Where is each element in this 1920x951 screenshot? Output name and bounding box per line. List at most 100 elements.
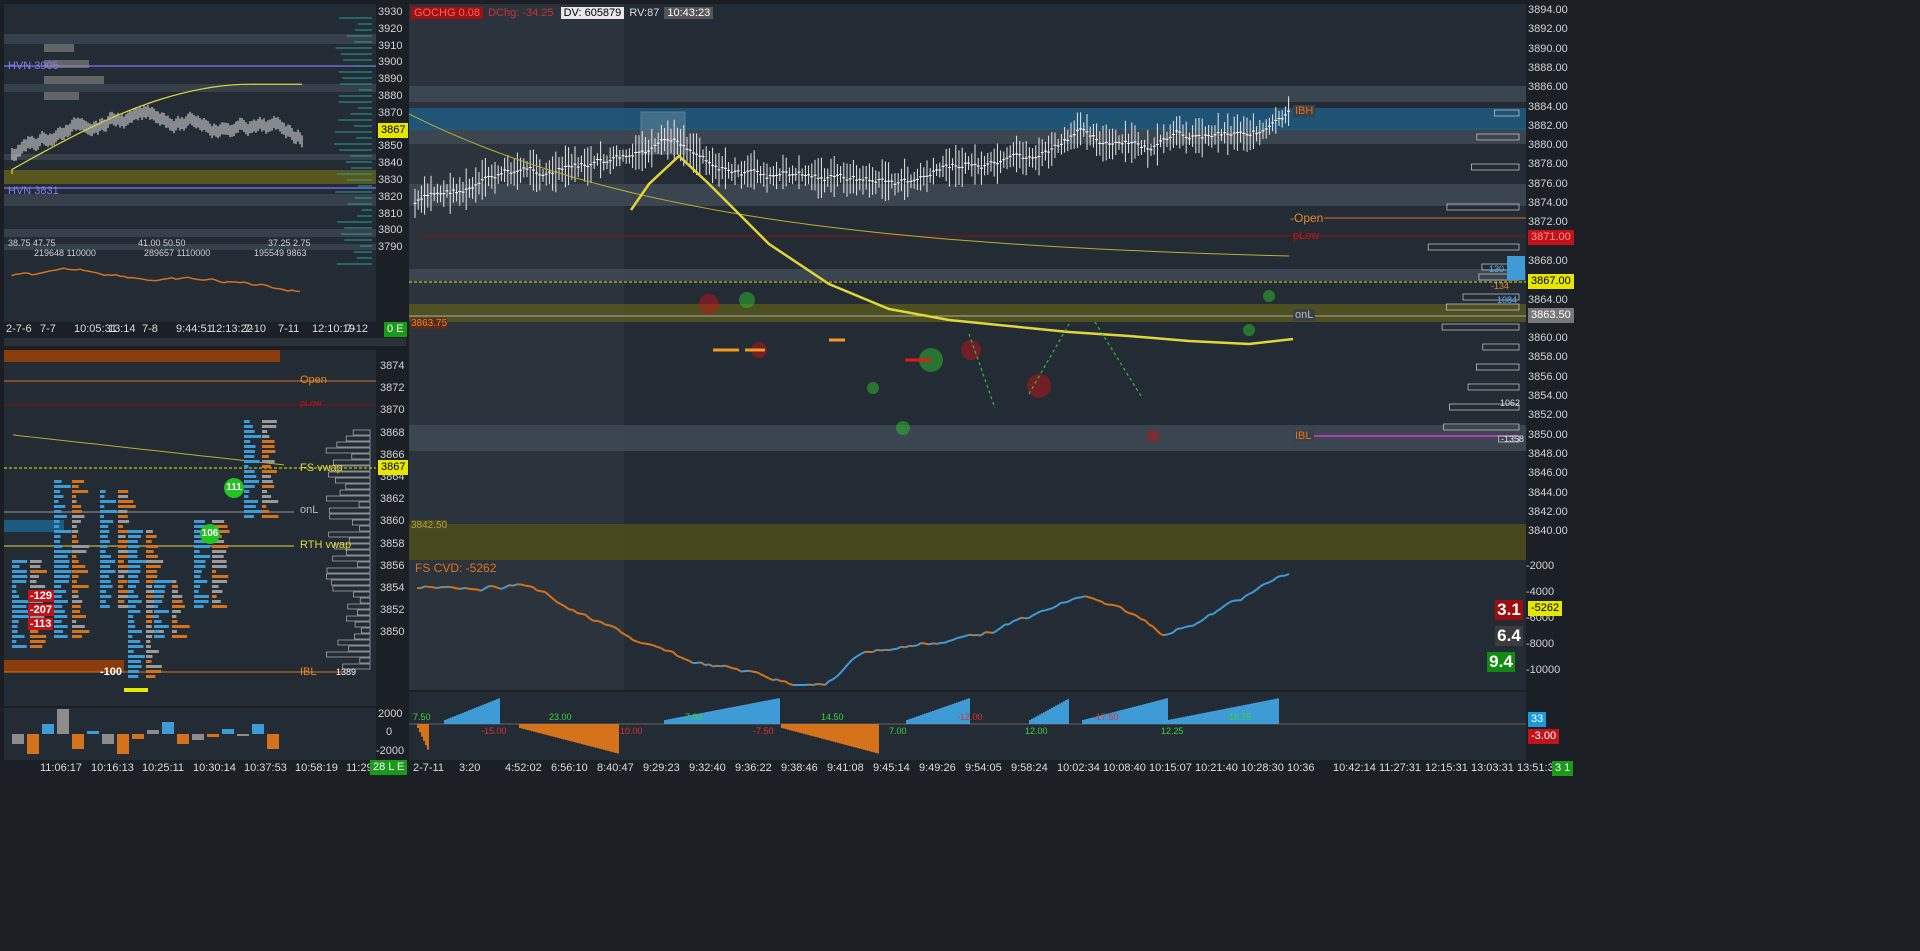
main-time-axis[interactable]: 2-7-11 3:20 4:52:02 6:56:10 8:40:47 9:29:23 9:… [409, 760, 1572, 776]
cvd-segment [1180, 626, 1186, 630]
left-tag-bottom: 3842.50 [411, 520, 448, 531]
fp-delta-bar [102, 734, 114, 744]
main-header: GOCHG 0.08 DChg: -34.25 DV: 605879 RV:87… [411, 6, 714, 21]
overview-time-axis[interactable]: 2-7-6 7-7 10:05:31 13:14 7-8 9:44:51 12:13:22 7… [4, 322, 407, 338]
overview-price-tick: 3810 [378, 207, 403, 220]
cvd-axis[interactable]: -2000 -4000 -6000 -8000 -10000 -5262 [1526, 560, 1572, 690]
profile-highlight [1507, 256, 1525, 280]
delta-bar [527, 724, 529, 731]
overview-scrollbar[interactable] [4, 338, 406, 346]
delta-histogram-axis[interactable]: 33 -3.00 [1526, 692, 1572, 760]
delta-bar [595, 724, 597, 748]
main-price-axis[interactable]: 3894.00 3892.00 3890.00 3888.00 3886.00 3884.… [1526, 4, 1574, 560]
fp-delta-bar [237, 734, 249, 736]
fp-ask-cell [72, 505, 82, 508]
cvd-segment [608, 624, 614, 628]
fp-ask-cell [212, 600, 221, 603]
fp-bid-cell [54, 555, 68, 558]
overview-status-badge: 0 E [384, 322, 407, 337]
footprint-delta-axis[interactable]: 2000 0 -2000 [376, 708, 406, 760]
footprint-delta-bars[interactable] [4, 708, 376, 760]
footprint-price-axis[interactable]: 3874 3872 3870 3868 3866 3864 3862 3860 3858 3856… [376, 350, 409, 706]
delta-bar [752, 703, 754, 724]
fp-ask-cell [118, 535, 126, 538]
fp-bubble-111: 111 [224, 478, 244, 498]
fp-ask-cell [118, 495, 129, 498]
header-rv: RV:87 [629, 7, 660, 19]
fp-bid-cell [244, 480, 260, 483]
delta-bar [591, 724, 593, 747]
cvd-segment [1168, 631, 1174, 635]
overview-stat: 41.00 50.50 [138, 238, 186, 248]
delta-bar [1142, 704, 1144, 724]
level-band [409, 184, 1526, 206]
volume-profile-row [1476, 363, 1520, 371]
cvd-segment [452, 586, 458, 590]
fp-bid-cell [100, 535, 108, 538]
delta-bar [549, 724, 551, 736]
fp-ask-cell [262, 425, 277, 428]
fp-ask-cell [212, 555, 224, 558]
delta-bar [1271, 699, 1273, 724]
delta-bar [875, 724, 877, 753]
cvd-segment [660, 647, 666, 652]
main-price-chart-pane[interactable]: GOCHG 0.08 DChg: -34.25 DV: 605879 RV:87… [409, 4, 1526, 560]
footprint-chart-pane[interactable]: Open pLow FS vwap onL RTH vwap IBL 1389 … [4, 350, 376, 706]
delta-bar [1213, 710, 1215, 724]
cvd-line-chart [409, 560, 1290, 690]
cvd-pane[interactable]: FS CVD: -5262 3.1 6.4 9.4 [409, 560, 1526, 690]
fp-profile-row [345, 435, 371, 442]
cvd-segment [492, 585, 498, 589]
cvd-segment [652, 644, 658, 648]
fp-bid-cell [12, 560, 28, 563]
fp-ask-cell [212, 605, 227, 608]
delta-bar [825, 724, 827, 740]
fp-ask-cell [72, 480, 85, 483]
cvd-segment [988, 631, 994, 634]
fp-ask-cell [118, 525, 123, 528]
fp-ask-cell [30, 560, 42, 563]
delta-bar [1215, 710, 1217, 724]
overview-time-tick: 2-7-6 [6, 323, 32, 335]
fp-delta-bar [207, 734, 219, 737]
volume-profile-row [1441, 323, 1520, 331]
fp-bid-cell [54, 590, 67, 593]
fp-profile-row [332, 585, 371, 592]
delta-axis-bottom-tag: -3.00 [1528, 729, 1560, 744]
fp-profile-row [345, 483, 371, 490]
delta-bar [952, 703, 954, 724]
overview-price-axis[interactable]: 3930392039103900389038803870386038503840… [376, 4, 409, 322]
delta-bar [843, 724, 845, 745]
fp-vwap [13, 434, 285, 466]
delta-bar [476, 707, 478, 724]
cvd-segment [820, 683, 826, 686]
overview-chart-pane[interactable]: 38.75 47.75 41.00 50.50 37.25 2.75 219648 1… [4, 4, 376, 322]
delta-bar [936, 709, 938, 724]
fp-delta-bar [27, 734, 39, 754]
volume-profile-row [1427, 243, 1520, 251]
cvd-segment [928, 642, 934, 646]
delta-bar [1051, 707, 1053, 724]
overview-price-tick: 3870 [378, 106, 403, 119]
cvd-segment [900, 645, 906, 649]
fp-ask-cell [72, 555, 77, 558]
delta-bar [906, 720, 908, 724]
delta-bar [535, 724, 537, 733]
overview-price-tick: 3840 [378, 157, 403, 170]
delta-bar [678, 717, 680, 724]
delta-bar [519, 724, 521, 728]
cvd-segment [852, 655, 858, 660]
cvd-segment [1164, 632, 1170, 637]
footprint-time-axis[interactable]: 11:06:17 10:16:13 10:25:11 10:30:14 10:37:53… [4, 760, 408, 776]
fp-profile-row [335, 477, 371, 484]
fp-ask-cell [72, 630, 90, 633]
fp-ask-cell [172, 610, 181, 613]
delta-bar [734, 706, 736, 724]
delta-histogram-pane[interactable]: 7.50 -15.00 23.00 -10.00 7.00 -7.50 14.50 7.00 -… [409, 692, 1526, 760]
delta-bar [853, 724, 855, 748]
cvd-segment [768, 677, 774, 681]
overview-profile [44, 44, 74, 52]
level-band [409, 128, 1526, 144]
fp-ask-cell [72, 510, 82, 513]
footprint-price-tick: 3868 [380, 426, 405, 439]
